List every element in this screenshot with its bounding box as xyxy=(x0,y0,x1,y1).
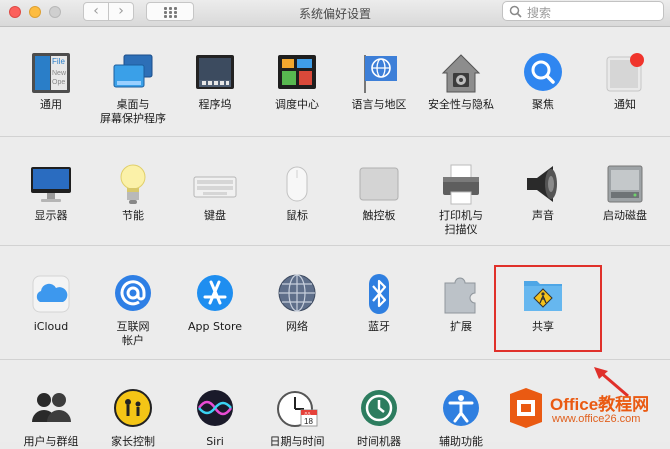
general-icon-open-text: Ope xyxy=(52,79,65,86)
siri-icon xyxy=(197,390,233,426)
pref-label: 桌面与 屏幕保护程序 xyxy=(100,98,166,125)
pref-label: 安全性与隐私 xyxy=(428,98,494,111)
notifications-icon xyxy=(606,53,644,92)
watermark-brand: Office教程网 xyxy=(550,395,650,414)
pref-label: 程序坞 xyxy=(198,98,232,111)
pref-label: 扩展 xyxy=(450,320,472,333)
clock-calendar-icon: JUL 18 xyxy=(277,391,318,427)
sharing-highlight-box xyxy=(494,265,602,352)
printer-icon xyxy=(443,164,479,205)
pref-label: 声音 xyxy=(532,209,554,222)
spotlight-icon xyxy=(524,53,562,91)
general-icon-new-text: New xyxy=(52,70,67,77)
pref-label: 语言与地区 xyxy=(351,98,407,111)
network-globe-icon xyxy=(278,274,316,312)
globe-flag-icon xyxy=(364,55,397,93)
pref-label: 通用 xyxy=(40,98,62,111)
pref-label: 用户与群组 xyxy=(23,435,79,448)
pref-label: iCloud xyxy=(33,320,69,333)
section-hardware xyxy=(0,137,670,245)
mission-control-icon xyxy=(278,55,316,89)
mouse-icon xyxy=(286,166,308,202)
dock-icon xyxy=(196,55,234,89)
pref-label: 家长控制 xyxy=(111,435,155,448)
bluetooth-icon xyxy=(369,274,389,314)
pref-label: 鼠标 xyxy=(286,209,308,222)
office-logo-icon xyxy=(510,388,542,428)
pref-label: 触控板 xyxy=(362,209,396,222)
search-icon xyxy=(509,5,522,18)
pref-label: 通知 xyxy=(614,98,636,111)
hard-disk-icon xyxy=(607,165,643,203)
window-titlebar: ‹ › 系统偏好设置 搜索 xyxy=(0,0,670,27)
watermark-url: www.office26.com xyxy=(552,413,641,425)
app-store-icon xyxy=(197,275,233,311)
parental-controls-icon xyxy=(114,389,152,427)
pref-label: 聚焦 xyxy=(532,98,554,111)
time-machine-icon xyxy=(361,390,397,426)
accessibility-icon xyxy=(443,390,479,426)
trackpad-icon xyxy=(359,167,399,201)
at-sign-icon xyxy=(115,275,151,311)
general-icon: File New Ope xyxy=(32,53,70,93)
icloud-icon xyxy=(32,275,70,313)
pref-label: 打印机与 扫描仪 xyxy=(439,209,483,236)
pref-label: 网络 xyxy=(286,320,308,333)
pref-label: 调度中心 xyxy=(275,98,319,111)
general-icon-file-text: File xyxy=(52,57,65,66)
house-lock-icon xyxy=(441,54,481,93)
pref-label: Siri xyxy=(206,435,224,448)
desktop-screensaver-icon xyxy=(113,54,153,88)
speaker-icon xyxy=(527,166,557,202)
users-icon xyxy=(32,393,71,422)
watermark: Office教程网 www.office26.com xyxy=(508,386,670,442)
pref-label: 启动磁盘 xyxy=(603,209,647,222)
pref-label: 辅助功能 xyxy=(439,435,483,448)
display-icon xyxy=(31,167,71,202)
pref-label: 蓝牙 xyxy=(368,320,390,333)
puzzle-piece-icon xyxy=(444,277,476,314)
pref-label: 显示器 xyxy=(34,209,68,222)
pref-label: 时间机器 xyxy=(357,435,401,448)
pref-label: 节能 xyxy=(122,209,144,222)
search-placeholder: 搜索 xyxy=(527,6,552,20)
search-input[interactable]: 搜索 xyxy=(502,1,664,21)
pref-label: 键盘 xyxy=(204,209,226,222)
lightbulb-icon xyxy=(120,164,146,204)
pref-label: 互联网 帐户 xyxy=(116,320,150,347)
calendar-day-text: 18 xyxy=(304,417,313,426)
keyboard-icon xyxy=(193,176,237,198)
calendar-month-text: JUL xyxy=(304,411,312,416)
pref-label: 日期与时间 xyxy=(269,435,325,448)
pref-label: App Store xyxy=(187,320,243,333)
